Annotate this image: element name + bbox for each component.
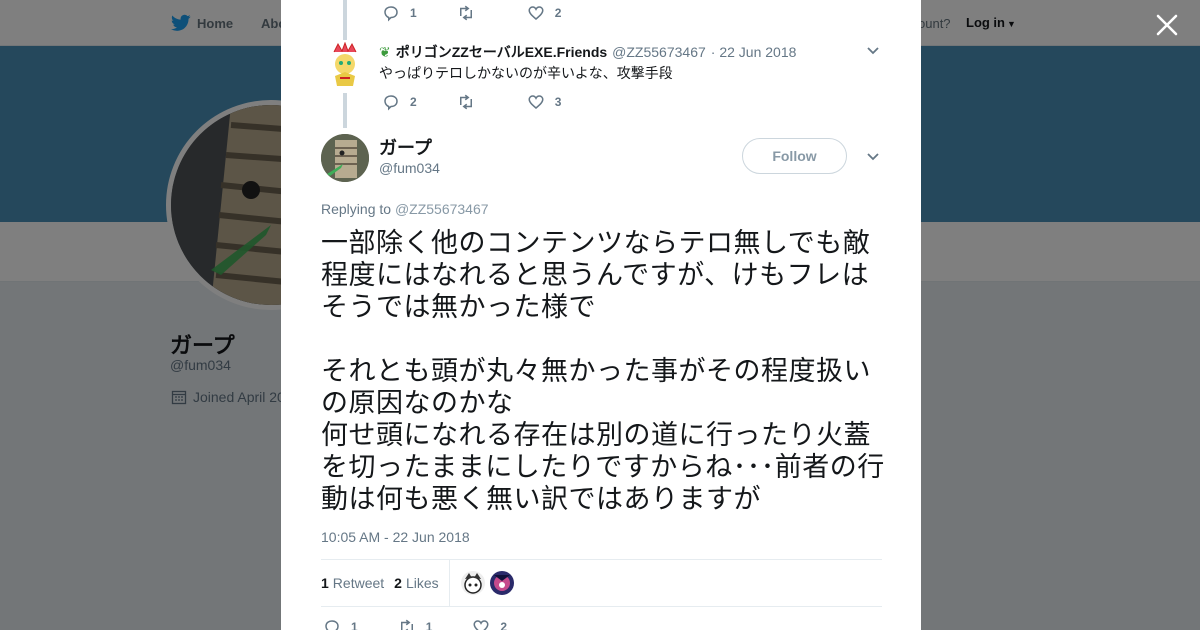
reply-count: 1 (351, 620, 358, 630)
reply-count: 1 (410, 6, 417, 20)
reply-author-avatar[interactable] (328, 42, 362, 90)
chevron-down-icon[interactable] (866, 46, 880, 56)
main-tweet-text: 一部除く他のコンテンツならテロ無しでも敵程度にはなれると思うんですが、けもフレは… (321, 228, 885, 515)
reply-action[interactable]: 1 (382, 4, 417, 22)
replying-to: Replying to @ZZ55673467 (321, 201, 489, 217)
reply-action[interactable]: 2 (382, 93, 417, 111)
main-author-avatar[interactable] (321, 134, 369, 182)
main-author-avatar-image (321, 134, 369, 182)
tweet-stats: 1 Retweet 2 Likes (321, 559, 882, 607)
like-count: 2 (394, 575, 402, 591)
main-tweet-timestamp[interactable]: 10:05 AM - 22 Jun 2018 (321, 529, 470, 545)
retweet-stat[interactable]: 1 Retweet (321, 575, 384, 591)
like-stat[interactable]: 2 Likes (394, 575, 438, 591)
reply-author-handle[interactable]: @ZZ55673467 (612, 44, 706, 60)
reply-tweet-header: ❦ ポリゴンZZセーバルEXE.Friends @ZZ55673467 · 22… (379, 42, 796, 62)
stats-divider (448, 560, 450, 606)
retweet-action[interactable] (457, 4, 475, 22)
reply-count: 2 (410, 95, 417, 109)
retweet-icon (400, 619, 413, 630)
top-tweet-actions: 1 2 (382, 4, 601, 22)
liker-avatar-image (460, 571, 485, 595)
like-count: 2 (500, 620, 508, 630)
reply-author-name[interactable]: ポリゴンZZセーバルEXE.Friends (396, 42, 607, 62)
liker-avatar-image (489, 571, 514, 595)
thread-line-top (343, 0, 347, 40)
like-action[interactable]: 2 (472, 618, 507, 630)
replying-prefix: Replying to (321, 201, 392, 217)
retweet-stat-label: Retweet (332, 575, 385, 591)
reply-action[interactable]: 1 (323, 618, 358, 630)
reply-icon (325, 620, 339, 630)
retweet-count: 1 (321, 575, 329, 591)
leaf-emoji-icon: ❦ (379, 43, 391, 60)
reply-tweet-date[interactable]: · 22 Jun 2018 (711, 44, 797, 60)
like-count: 3 (554, 95, 562, 109)
close-icon[interactable] (1154, 12, 1180, 38)
liker-avatar[interactable] (460, 571, 485, 595)
reply-icon (384, 6, 398, 22)
main-tweet-actions: 1 1 2 (323, 618, 547, 630)
tweet-modal: 1 2 ❦ ポリゴンZZセーバルEXE.Friends @ZZ55673467 … (281, 0, 921, 630)
like-stat-label: Likes (405, 575, 439, 591)
liker-avatar[interactable] (489, 571, 514, 595)
reply-tweet-text: やっぱりテロしかないのが辛いよな、攻撃手段 (379, 65, 673, 81)
heart-icon (473, 620, 489, 630)
chevron-down-icon[interactable] (866, 152, 880, 162)
main-author-name[interactable]: ガープ (379, 134, 432, 160)
main-author-handle[interactable]: @fum034 (379, 160, 440, 176)
follow-button[interactable]: Follow (742, 138, 847, 174)
reply-tweet-actions: 2 3 (382, 93, 601, 111)
like-action[interactable]: 3 (527, 93, 562, 111)
replying-to-link[interactable]: @ZZ55673467 (395, 201, 489, 217)
like-count: 2 (554, 6, 562, 20)
retweet-action[interactable]: 1 (398, 618, 433, 630)
thread-line-bottom (343, 93, 347, 128)
retweet-icon (459, 5, 472, 21)
reply-icon (384, 95, 398, 111)
heart-icon (528, 95, 544, 109)
retweet-icon (459, 94, 472, 110)
retweet-count: 1 (425, 620, 433, 630)
heart-icon (528, 6, 544, 20)
like-action[interactable]: 2 (527, 4, 562, 22)
retweet-action[interactable] (457, 93, 475, 111)
